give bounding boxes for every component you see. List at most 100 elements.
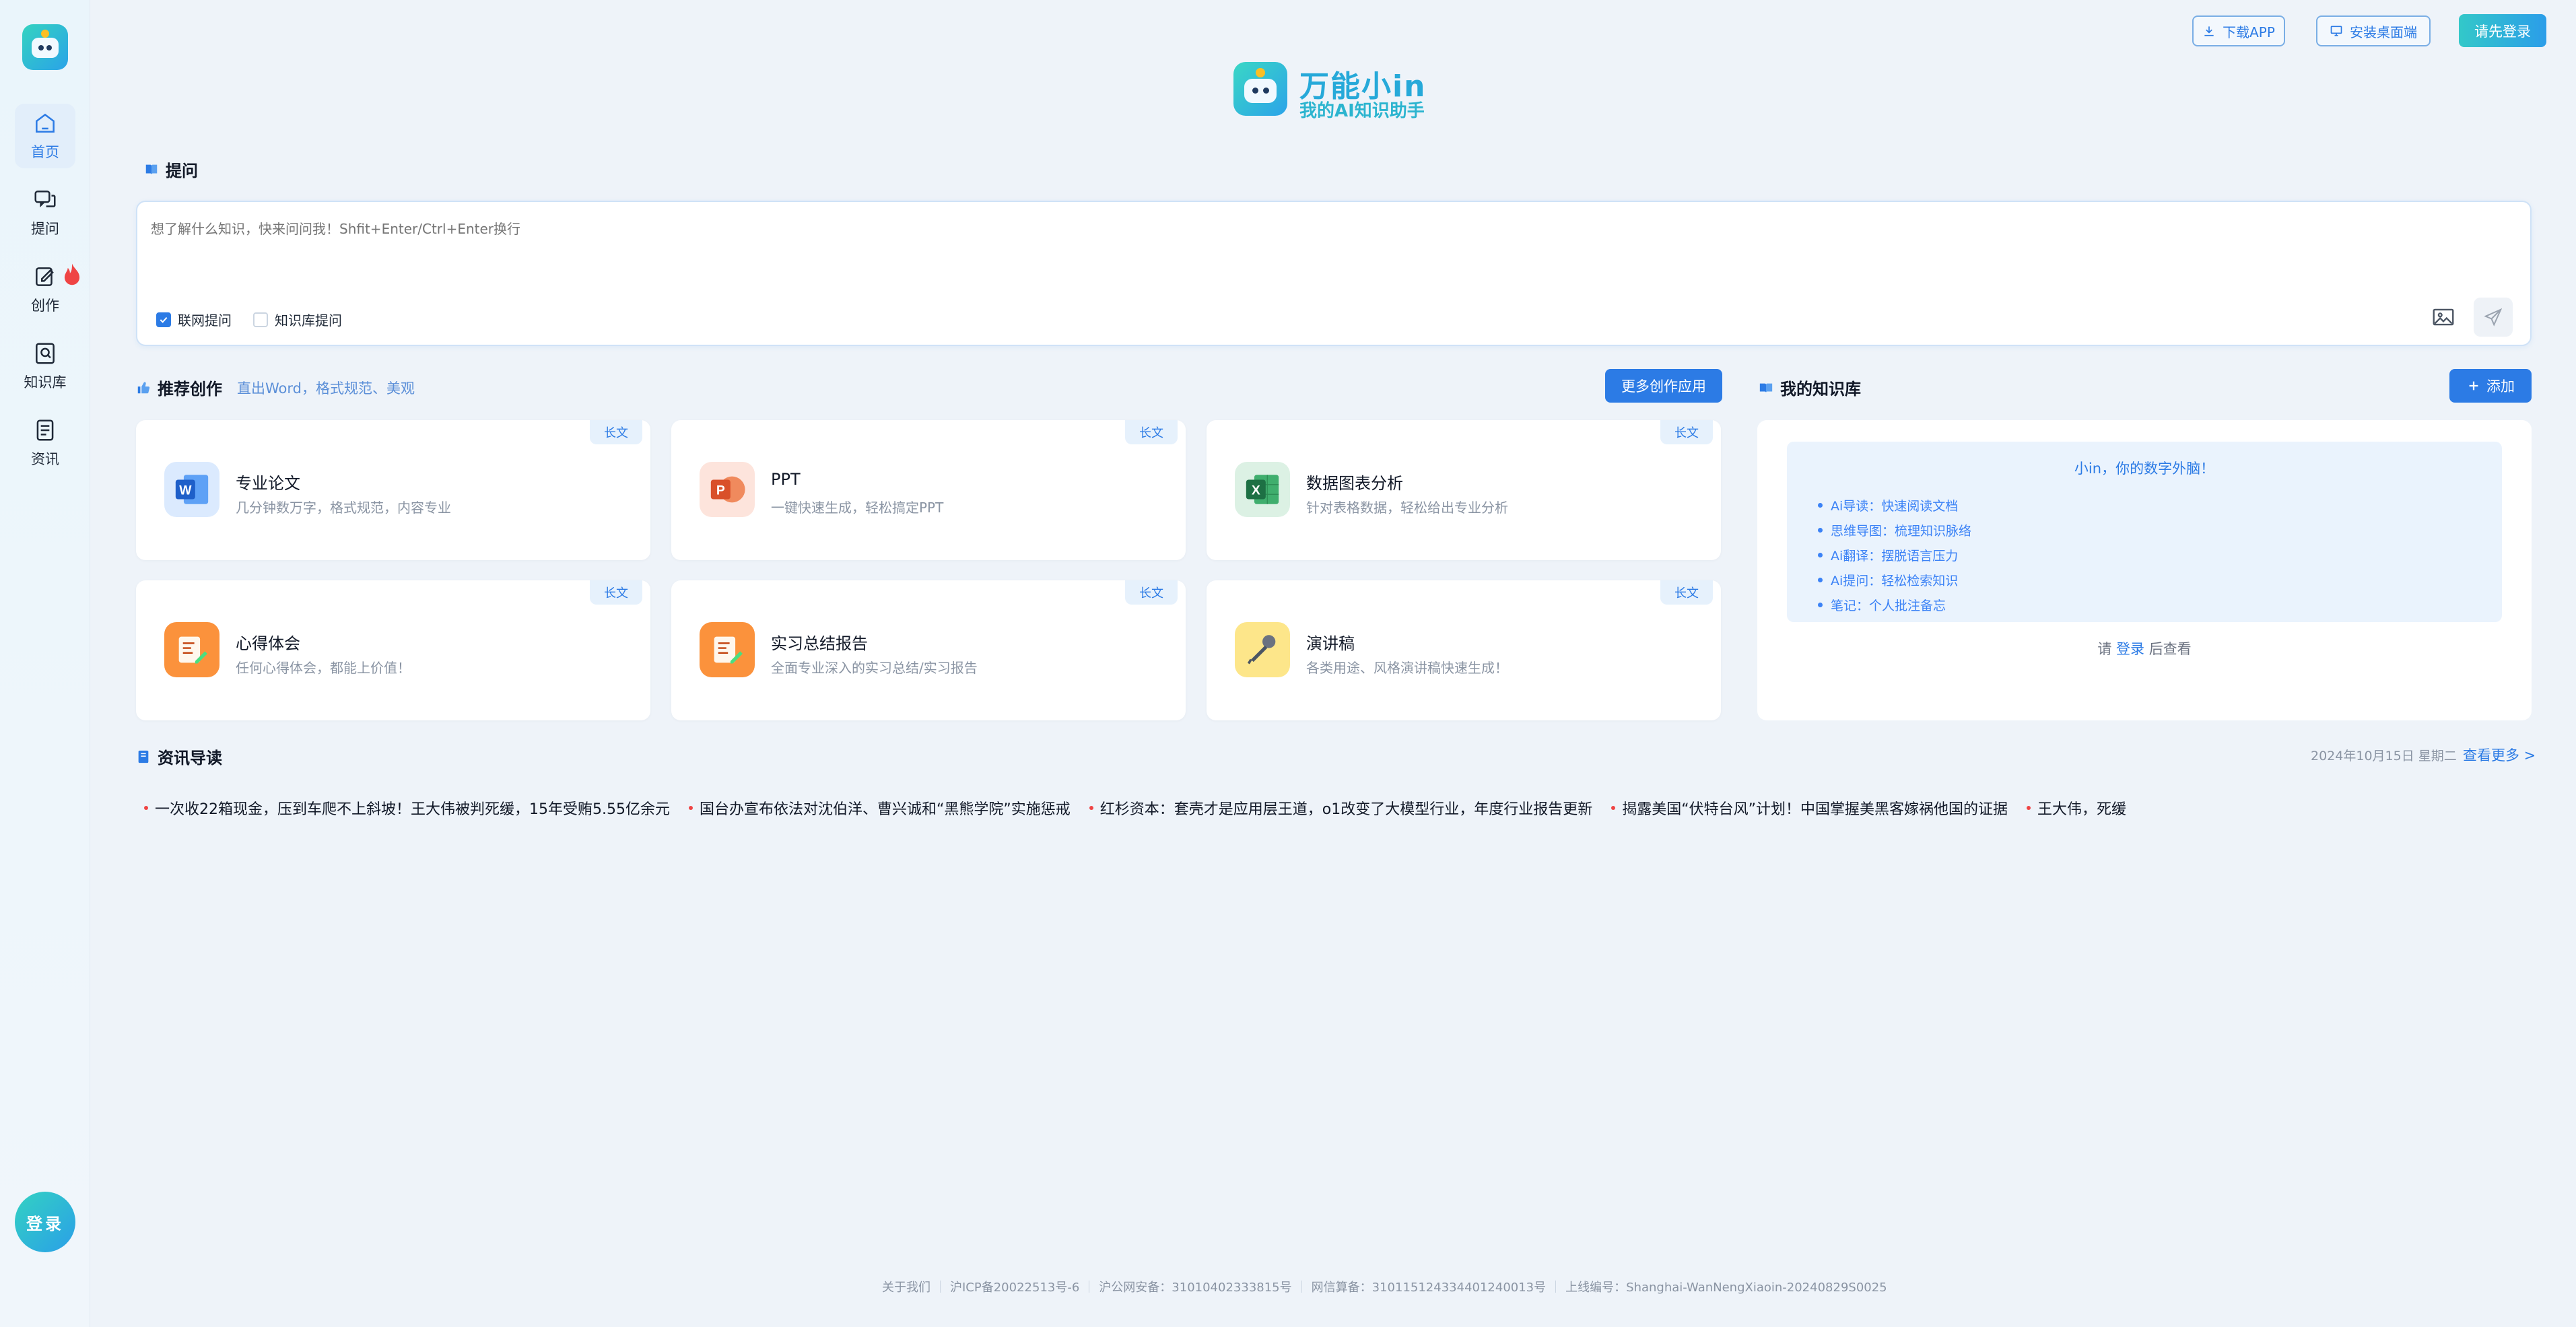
sidebar-item-label: 提问 bbox=[31, 221, 59, 237]
more-apps-button[interactable]: 更多创作应用 bbox=[1605, 369, 1722, 403]
knowledge-headline: 小in，你的数字外脑！ bbox=[2074, 461, 2215, 477]
web-ask-label: 联网提问 bbox=[178, 312, 232, 329]
news-book-icon bbox=[138, 750, 149, 763]
recommend-subtitle: 直出Word，格式规范、美观 bbox=[237, 380, 415, 397]
footer-launch-id: 上线编号：Shanghai-WanNengXiaoin-20240829S002… bbox=[1565, 1281, 1887, 1295]
web-ask-option[interactable]: 联网提问 bbox=[156, 310, 232, 329]
image-upload-icon[interactable] bbox=[2431, 304, 2456, 330]
notes-icon bbox=[164, 622, 219, 677]
sidebar-item-label: 首页 bbox=[31, 144, 59, 160]
knowledge-login-link[interactable]: 登录 bbox=[2116, 641, 2144, 657]
excel-icon: X bbox=[1235, 462, 1290, 517]
news-more-link[interactable]: 查看更多 > bbox=[2463, 745, 2536, 765]
sidebar-item-create[interactable]: 创作 bbox=[15, 257, 80, 322]
recommend-title: 推荐创作 bbox=[158, 380, 222, 399]
list-item: 思维导图：梳理知识脉络 bbox=[1818, 518, 1971, 543]
news-item[interactable]: 红杉资本：套壳才是应用层王道，o1改变了大模型行业，年度行业报告更新 bbox=[1089, 797, 1592, 819]
create-card-speech[interactable]: 长文 演讲稿 各类用途、风格演讲稿快速生成！ bbox=[1207, 580, 1721, 720]
brand-logo-icon bbox=[1233, 62, 1287, 116]
news-item[interactable]: 王大伟，死缓 bbox=[2027, 797, 2126, 819]
report-icon bbox=[700, 622, 755, 677]
plus-icon bbox=[2469, 381, 2478, 390]
ppt-icon: P bbox=[700, 462, 755, 517]
recommend-section-title: 推荐创作 直出Word，格式规范、美观 bbox=[136, 376, 415, 399]
card-tag: 长文 bbox=[590, 420, 642, 444]
sidebar-item-label: 资讯 bbox=[31, 451, 59, 467]
svg-text:X: X bbox=[1252, 483, 1260, 498]
card-title: PPT bbox=[771, 470, 801, 489]
card-desc: 全面专业深入的实习总结/实习报告 bbox=[771, 660, 978, 676]
footer-police-record[interactable]: 沪公网安备：31010402333815号 bbox=[1099, 1278, 1291, 1295]
book-icon bbox=[145, 164, 158, 174]
ask-input[interactable] bbox=[151, 215, 2373, 242]
download-icon bbox=[2204, 26, 2214, 36]
create-card-thesis[interactable]: 长文 W 专业论文 几分钟数万字，格式规范，内容专业 bbox=[136, 420, 650, 560]
news-item[interactable]: 揭露美国“伏特台风”计划！中国掌握美黑客嫁祸他国的证据 bbox=[1611, 797, 2008, 819]
login-button[interactable]: 请先登录 bbox=[2459, 14, 2546, 47]
download-app-button[interactable]: 下载APP bbox=[2192, 15, 2285, 46]
svg-text:P: P bbox=[716, 483, 725, 498]
card-tag: 长文 bbox=[1660, 580, 1713, 605]
news-icon bbox=[36, 419, 54, 441]
knowledge-panel: 小in，你的数字外脑！ Ai导读：快速阅读文档 思维导图：梳理知识脉络 Ai翻译… bbox=[1757, 420, 2532, 720]
card-desc: 任何心得体会，都能上价值！ bbox=[236, 660, 411, 676]
sidebar-login-button[interactable]: 登录 bbox=[15, 1192, 75, 1252]
svg-text:W: W bbox=[179, 483, 192, 498]
card-desc: 几分钟数万字，格式规范，内容专业 bbox=[236, 500, 451, 516]
footer-icp[interactable]: 沪ICP备20022513号-6 bbox=[950, 1278, 1079, 1295]
knowledge-title: 我的知识库 bbox=[1780, 380, 1861, 399]
list-item: Ai翻译：摆脱语言压力 bbox=[1818, 543, 1971, 568]
brand: 万能小in 我的AI知识助手 bbox=[1233, 62, 1435, 121]
news-item[interactable]: 国台办宣布依法对沈伯洋、曹兴诚和“黑熊学院”实施惩戒 bbox=[688, 797, 1071, 819]
kb-ask-option[interactable]: 知识库提问 bbox=[253, 310, 342, 329]
sidebar-item-label: 知识库 bbox=[24, 374, 67, 390]
sidebar-item-ask[interactable]: 提问 bbox=[15, 180, 75, 245]
hot-flame-icon bbox=[64, 263, 80, 285]
footer-about-link[interactable]: 关于我们 bbox=[882, 1278, 930, 1295]
card-tag: 长文 bbox=[590, 580, 642, 605]
kb-ask-checkbox[interactable] bbox=[253, 312, 268, 327]
card-title: 演讲稿 bbox=[1306, 634, 1355, 653]
brand-tagline: 我的AI知识助手 bbox=[1299, 101, 1425, 121]
install-desktop-button[interactable]: 安装桌面端 bbox=[2316, 15, 2431, 46]
create-card-reflection[interactable]: 长文 心得体会 任何心得体会，都能上价值！ bbox=[136, 580, 650, 720]
card-tag: 长文 bbox=[1660, 420, 1713, 444]
footer-algorithm-record: 网信算备：310115124334401240013号 bbox=[1311, 1281, 1547, 1295]
news-section-title: 资讯导读 bbox=[136, 745, 222, 768]
card-desc: 各类用途、风格演讲稿快速生成！ bbox=[1306, 660, 1508, 676]
monitor-icon bbox=[2330, 26, 2342, 36]
web-ask-checkbox[interactable] bbox=[156, 312, 171, 327]
sidebar-item-knowledge[interactable]: 知识库 bbox=[15, 334, 75, 399]
knowledge-section-title: 我的知识库 bbox=[1759, 376, 1861, 399]
sidebar-item-home[interactable]: 首页 bbox=[15, 104, 75, 168]
card-desc: 针对表格数据，轻松给出专业分析 bbox=[1306, 500, 1508, 516]
download-app-label: 下载APP bbox=[2223, 24, 2275, 40]
send-button[interactable] bbox=[2474, 298, 2513, 337]
ask-section-label: 提问 bbox=[166, 162, 198, 180]
send-icon bbox=[2484, 308, 2503, 327]
edit-icon bbox=[36, 267, 54, 286]
sidebar: 首页 提问 创作 知识库 资讯 登录 bbox=[0, 0, 90, 1327]
create-card-data-analysis[interactable]: 长文 X 数据图表分析 针对表格数据，轻松给出专业分析 bbox=[1207, 420, 1721, 560]
ask-box: 联网提问 知识库提问 bbox=[136, 201, 2532, 346]
word-icon: W bbox=[164, 462, 219, 517]
home-icon bbox=[36, 113, 55, 133]
chat-icon bbox=[34, 191, 56, 207]
create-card-ppt[interactable]: 长文 P PPT 一键快速生成，轻松搞定PPT bbox=[671, 420, 1186, 560]
install-desktop-label: 安装桌面端 bbox=[2350, 24, 2417, 40]
card-tag: 长文 bbox=[1125, 420, 1178, 444]
knowledge-feature-list: Ai导读：快速阅读文档 思维导图：梳理知识脉络 Ai翻译：摆脱语言压力 Ai提问… bbox=[1818, 493, 1971, 617]
news-date: 2024年10月15日 星期二 bbox=[2311, 749, 2457, 763]
knowledge-icon bbox=[36, 343, 55, 364]
list-item: Ai提问：轻松检索知识 bbox=[1818, 568, 1971, 592]
sidebar-item-news[interactable]: 资讯 bbox=[15, 411, 75, 475]
app-logo[interactable] bbox=[22, 24, 68, 70]
news-title: 资讯导读 bbox=[158, 749, 222, 768]
list-item: Ai导读：快速阅读文档 bbox=[1818, 493, 1971, 518]
add-knowledge-button[interactable]: 添加 bbox=[2449, 369, 2532, 403]
book-open-icon bbox=[1759, 383, 1773, 393]
create-card-internship-report[interactable]: 长文 实习总结报告 全面专业深入的实习总结/实习报告 bbox=[671, 580, 1186, 720]
card-title: 专业论文 bbox=[236, 474, 300, 493]
news-ticker: 一次收22箱现金，压到车爬不上斜坡！王大伟被判死缓，15年受贿5.55亿余元 国… bbox=[144, 797, 2532, 819]
news-item[interactable]: 一次收22箱现金，压到车爬不上斜坡！王大伟被判死缓，15年受贿5.55亿余元 bbox=[144, 797, 670, 819]
